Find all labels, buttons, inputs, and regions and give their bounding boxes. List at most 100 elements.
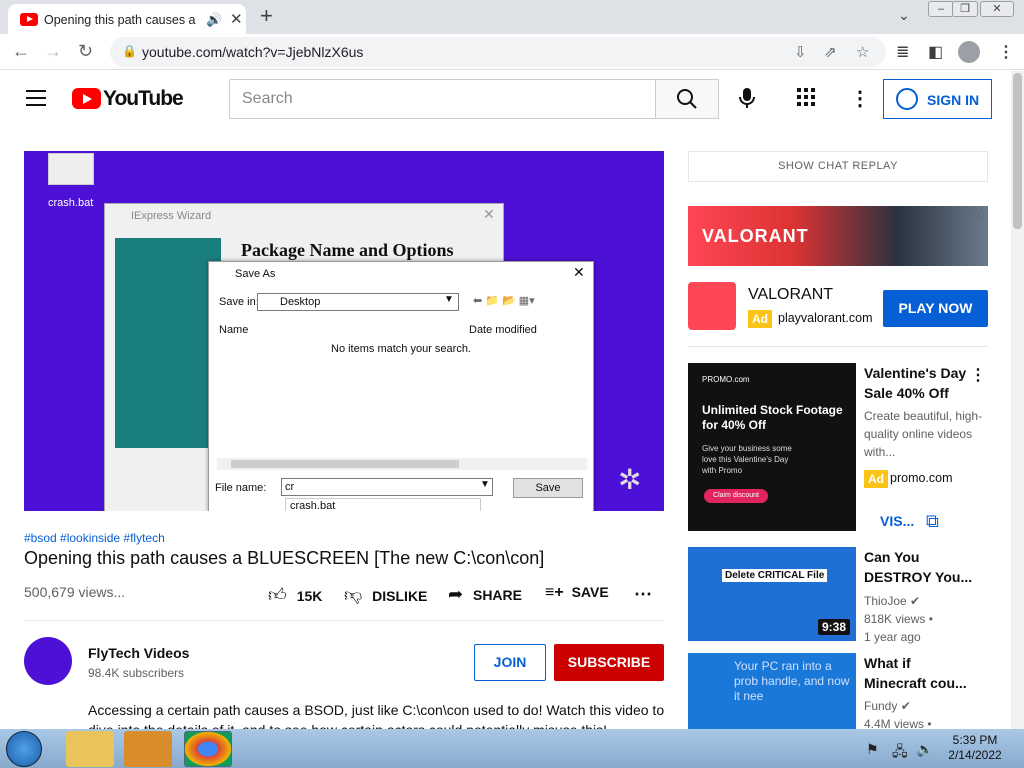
external-link-icon[interactable]: ⧉ [926,511,939,532]
apps-grid-icon[interactable] [797,88,817,108]
wizard-close-icon: ✕ [483,206,495,222]
filename-dropdown-icon: ▼ [480,479,490,490]
save-in-select: Desktop ▼ [257,293,459,311]
tab-search-chevron-icon[interactable]: ⌄ [898,7,910,24]
lock-icon[interactable]: 🔒 [122,44,137,58]
promo-ad-title[interactable]: Valentine's Day Sale 40% Off [864,363,974,403]
thumbs-up-icon: 👍︎ [268,585,287,605]
video-description: Accessing a certain path causes a BSOD, … [88,702,665,730]
ad-domain: playvalorant.com [778,311,873,325]
chrome-menu-icon[interactable]: ⋮ [998,42,1014,62]
channel-avatar[interactable] [24,637,72,685]
like-button[interactable]: 👍︎ 15K [268,584,322,606]
ad-menu-kebab-icon[interactable]: ⋮ [970,365,986,385]
sign-in-button[interactable]: SIGN IN [883,79,992,119]
autocomplete-text: crash.bat [290,500,336,511]
audio-playing-icon[interactable]: 🔊 [206,12,222,28]
profile-avatar[interactable] [958,41,980,63]
video-title[interactable]: Can You DESTROY You... [864,547,974,587]
share-label: SHARE [472,587,522,603]
search-button[interactable] [655,79,719,119]
sign-in-label: SIGN IN [927,92,980,108]
promo-ad-thumbnail[interactable]: PROMO.com Unlimited Stock Footage for 40… [688,363,856,531]
valorant-logo-icon[interactable] [688,282,736,330]
wizard-banner-image [115,238,221,448]
ad-advertiser-name[interactable]: VALORANT [748,286,833,304]
dislike-button[interactable]: 👎︎ DISLIKE [344,584,427,606]
divider [688,346,988,347]
ad-info-icon[interactable]: ⓘ [972,206,984,223]
column-name: Name [219,324,249,336]
minimize-icon[interactable]: – [928,1,954,17]
install-app-icon[interactable]: ⇩ [794,43,807,61]
scrollbar-thumb[interactable] [1013,73,1022,229]
valorant-banner-ad[interactable]: VALORANT [688,206,988,266]
share-page-icon[interactable]: ⇗ [824,43,837,61]
search-input[interactable] [229,79,656,119]
settings-kebab-icon[interactable]: ⋮ [850,86,870,111]
file-explorer-icon[interactable] [66,731,114,767]
youtube-favicon-icon [20,13,38,26]
wizard-title: IExpress Wizard [131,210,212,222]
visit-site-button[interactable]: VIS... [864,503,960,539]
network-icon[interactable]: 🖧 [892,741,908,765]
join-button[interactable]: JOIN [474,644,546,681]
url-text[interactable]: youtube.com/watch?v=JjebNlzX6us [142,44,363,60]
show-chat-replay-button[interactable]: SHOW CHAT REPLAY [688,151,988,182]
close-tab-icon[interactable]: ✕ [230,10,243,28]
share-button[interactable]: ➦ SHARE [448,584,522,605]
channel-name[interactable]: FlyTech Videos [88,645,189,661]
media-control-icon[interactable]: ≣ [896,42,909,62]
bookmark-star-icon[interactable]: ☆ [856,43,869,61]
new-tab-button[interactable]: + [260,3,273,29]
browser-toolbar: ← → ↻ 🔒 youtube.com/watch?v=JjebNlzX6us … [0,34,1024,70]
browser-tab[interactable]: Opening this path causes a BLUESCREEN [T… [8,4,246,34]
youtube-logo-icon[interactable] [72,88,101,109]
side-panel-icon[interactable]: ◧ [928,42,943,62]
youtube-logo-text[interactable]: YouTube [103,87,184,111]
playlist-add-icon: ≡+ [545,584,564,601]
video-title[interactable]: What if Minecraft cou... [864,653,974,693]
reload-icon[interactable]: ↻ [78,41,93,62]
video-thumbnail[interactable]: Delete CRITICAL File 9:38 [688,547,856,641]
chrome-taskbar-icon[interactable] [184,731,232,767]
system-clock[interactable]: 5:39 PM 2/14/2022 [948,733,1002,763]
save-to-playlist-button[interactable]: ≡+ SAVE [545,584,609,602]
account-circle-icon [896,88,918,110]
dialog-hscrollbar [217,458,587,470]
ad-badge: Ad [864,470,888,488]
view-count: 818K views • [864,612,933,626]
play-now-button[interactable]: PLAY NOW [883,290,988,327]
share-arrow-icon: ➦ [448,584,464,604]
menu-hamburger-icon[interactable] [26,90,46,106]
voice-search-button[interactable] [737,86,757,116]
save-as-dialog: Save As ✕ Save in: Desktop ▼ ⬅ 📁 📂 ▦▾ Na… [208,261,594,511]
dialog-title: Save As [235,268,276,280]
promo-ad-description: Create beautiful, high-quality online vi… [864,409,983,459]
folder-toolbar-icons: ⬅ 📁 📂 ▦▾ [473,295,535,307]
windows-start-icon[interactable] [6,731,42,767]
subscribe-button[interactable]: SUBSCRIBE [554,644,664,681]
video-hashtags[interactable]: #bsod #lookinside #flytech [24,531,165,545]
restore-icon[interactable]: ❐ [952,1,978,17]
video-thumbnail[interactable]: Your PC ran into a prob handle, and now … [688,653,856,729]
channel-name[interactable]: ThioJoe ✔ [864,592,920,610]
channel-name[interactable]: Fundy ✔ [864,697,911,715]
action-center-flag-icon[interactable]: ⚑ [866,741,879,758]
address-bar[interactable]: 🔒 youtube.com/watch?v=JjebNlzX6us ⇩ ⇗ ☆ [110,37,886,67]
close-window-icon[interactable]: ✕ [980,1,1014,17]
more-actions-icon[interactable]: ⋯ [634,584,652,605]
column-date-modified: Date modified [469,324,537,336]
media-player-icon[interactable] [124,731,172,767]
view-count[interactable]: 500,679 views... [24,584,125,600]
verified-check-icon: ✔ [910,594,921,608]
microphone-icon [739,88,755,108]
like-count: 15K [296,588,323,604]
back-icon[interactable]: ← [12,41,30,62]
page-scrollbar[interactable] [1011,71,1024,729]
forward-icon[interactable]: → [44,41,62,62]
thumbnail-caption: Delete CRITICAL File [722,569,828,582]
browser-tab-bar: Opening this path causes a BLUESCREEN [T… [0,0,1024,34]
volume-icon[interactable]: 🔈 [916,741,933,758]
video-player[interactable]: crash.bat IExpress Wizard ✕ Package Name… [24,151,664,511]
